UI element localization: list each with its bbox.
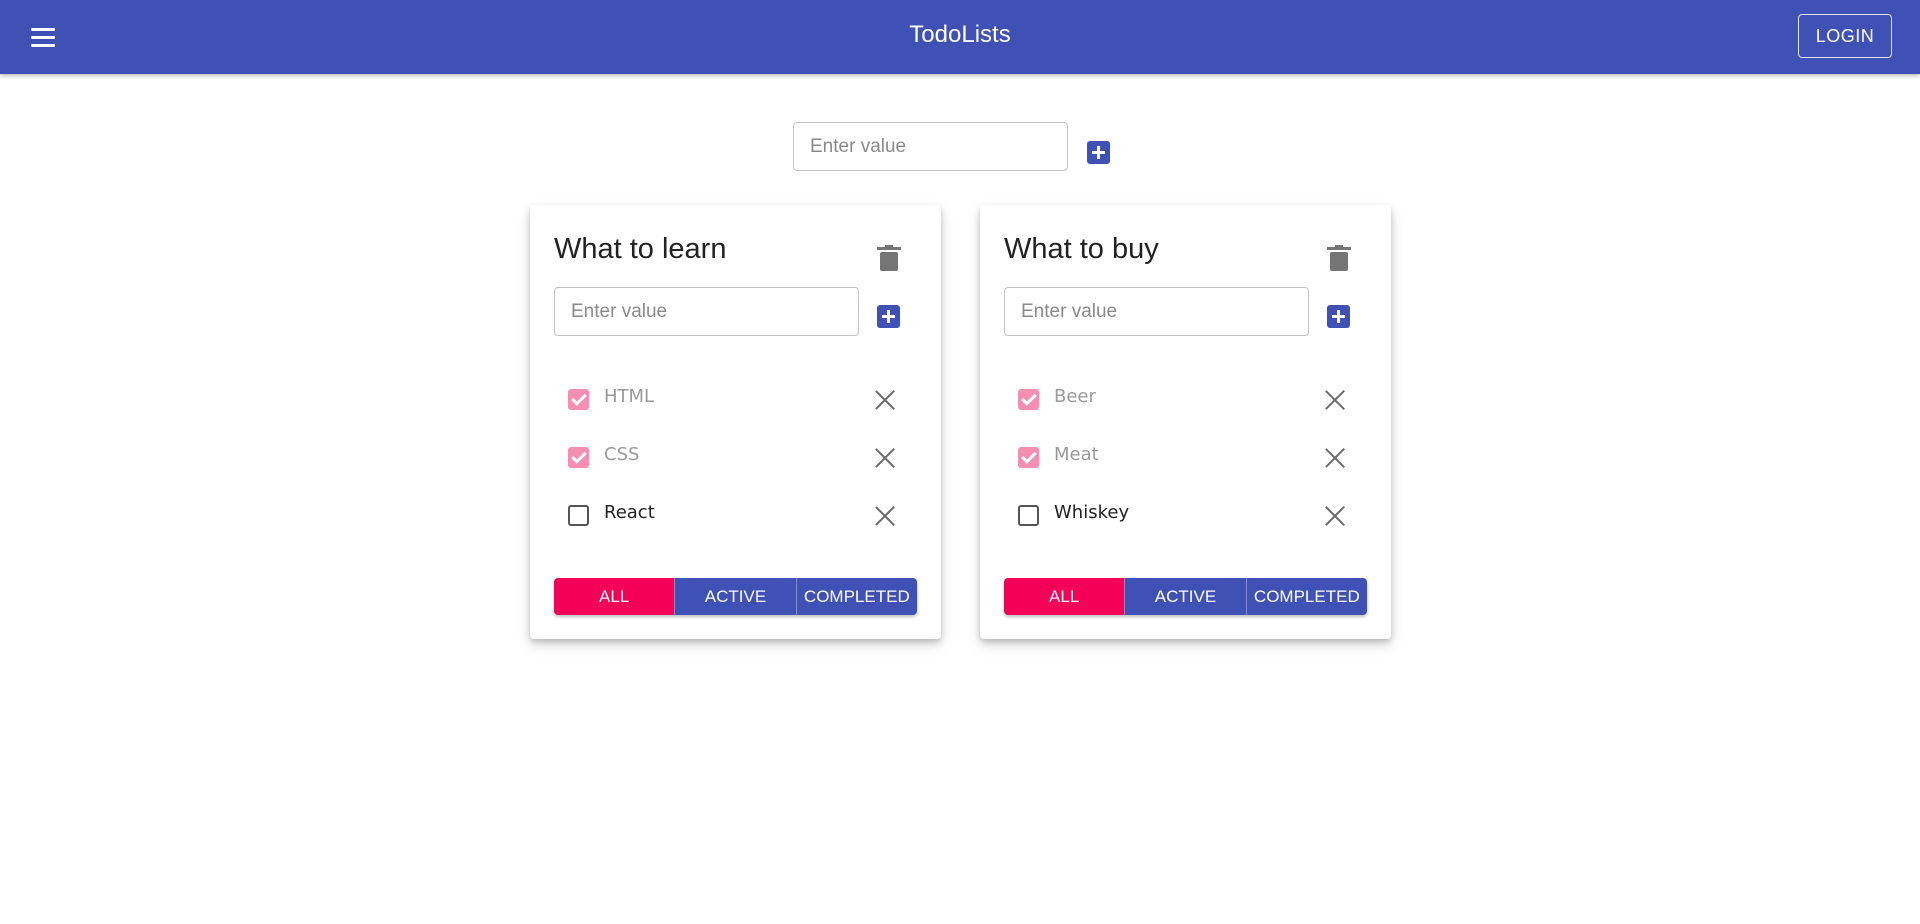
task-item: React [554, 495, 894, 535]
task-item: Whiskey [1004, 495, 1344, 535]
remove-task-icon[interactable] [1324, 447, 1346, 469]
task-label[interactable]: Beer [1054, 386, 1096, 407]
task-checkbox[interactable] [1018, 447, 1039, 468]
task-label[interactable]: HTML [604, 386, 654, 407]
hamburger-menu-icon[interactable] [26, 23, 60, 51]
task-checkbox[interactable] [568, 505, 589, 526]
remove-task-icon[interactable] [874, 447, 896, 469]
task-label[interactable]: Whiskey [1054, 502, 1129, 523]
todolist-card: What to buy Beer Meat Whiskey ALL ACTIVE… [980, 205, 1391, 639]
add-task-input[interactable] [554, 287, 859, 336]
add-todolist-button[interactable] [1087, 141, 1110, 164]
task-item: Beer [1004, 379, 1344, 419]
filter-active-button[interactable]: ACTIVE [1124, 578, 1246, 615]
task-checkbox[interactable] [568, 389, 589, 410]
task-item: HTML [554, 379, 894, 419]
filter-completed-button[interactable]: COMPLETED [1245, 578, 1367, 615]
filter-active-button[interactable]: ACTIVE [674, 578, 796, 615]
todolist-title: What to learn [554, 233, 727, 265]
add-task-button[interactable] [1327, 305, 1350, 328]
app-bar: TodoLists LOGIN [0, 0, 1920, 74]
task-checkbox[interactable] [1018, 389, 1039, 410]
task-checkbox[interactable] [568, 447, 589, 468]
login-button[interactable]: LOGIN [1798, 14, 1892, 58]
task-label[interactable]: React [604, 502, 655, 523]
add-todolist-form [793, 122, 1113, 172]
filter-all-button[interactable]: ALL [1004, 578, 1125, 615]
add-task-input[interactable] [1004, 287, 1309, 336]
task-item: CSS [554, 437, 894, 477]
task-label[interactable]: CSS [604, 444, 639, 465]
delete-todolist-icon[interactable] [877, 245, 901, 271]
add-task-button[interactable] [877, 305, 900, 328]
filter-button-group: ALL ACTIVE COMPLETED [554, 578, 917, 615]
remove-task-icon[interactable] [1324, 505, 1346, 527]
add-todolist-input[interactable] [793, 122, 1068, 171]
todolist-card: What to learn HTML CSS React ALL ACTIVE … [530, 205, 941, 639]
task-checkbox[interactable] [1018, 505, 1039, 526]
task-item: Meat [1004, 437, 1344, 477]
remove-task-icon[interactable] [874, 389, 896, 411]
filter-completed-button[interactable]: COMPLETED [795, 578, 917, 615]
delete-todolist-icon[interactable] [1327, 245, 1351, 271]
task-label[interactable]: Meat [1054, 444, 1099, 465]
remove-task-icon[interactable] [1324, 389, 1346, 411]
remove-task-icon[interactable] [874, 505, 896, 527]
filter-all-button[interactable]: ALL [554, 578, 675, 615]
app-title: TodoLists [909, 21, 1011, 48]
filter-button-group: ALL ACTIVE COMPLETED [1004, 578, 1367, 615]
todolist-title: What to buy [1004, 233, 1159, 265]
